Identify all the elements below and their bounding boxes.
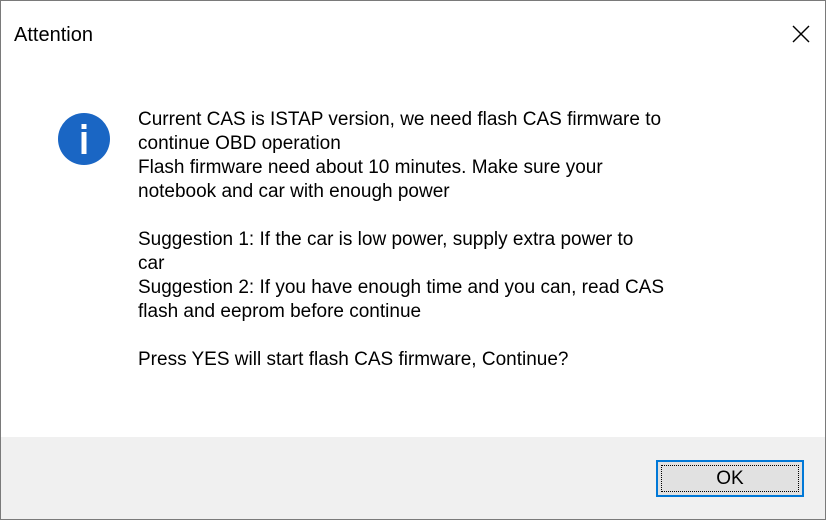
message-line: notebook and car with enough power xyxy=(138,181,450,202)
message-line: Current CAS is ISTAP version, we need fl… xyxy=(138,109,662,130)
title-bar: Attention xyxy=(1,1,825,67)
message-line: Press YES will start flash CAS firmware,… xyxy=(138,349,569,370)
button-bar: OK xyxy=(1,437,825,519)
message-text: Current CAS is ISTAP version, we need fl… xyxy=(138,108,798,372)
information-icon xyxy=(58,113,110,165)
dialog-content: Current CAS is ISTAP version, we need fl… xyxy=(1,67,825,437)
attention-dialog: Attention Current CAS is ISTAP version, … xyxy=(0,0,826,520)
message-line: Suggestion 2: If you have enough time an… xyxy=(138,277,665,298)
ok-button[interactable]: OK xyxy=(656,460,804,497)
message-line: continue OBD operation xyxy=(138,133,341,154)
dialog-title: Attention xyxy=(14,24,93,46)
message-line: Flash firmware need about 10 minutes. Ma… xyxy=(138,157,603,178)
message-line: Suggestion 1: If the car is low power, s… xyxy=(138,229,634,250)
close-button[interactable] xyxy=(781,15,821,53)
message-line: flash and eeprom before continue xyxy=(138,301,422,322)
message-line: car xyxy=(138,253,165,274)
close-icon xyxy=(792,25,810,43)
ok-button-label: OK xyxy=(716,467,744,489)
